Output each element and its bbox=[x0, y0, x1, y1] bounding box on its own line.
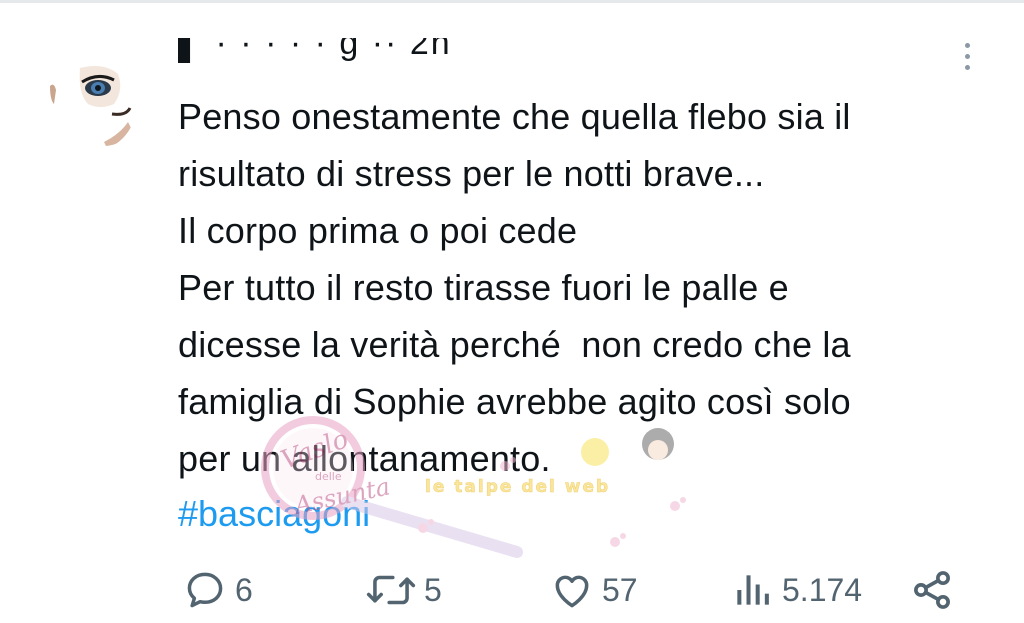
like-button[interactable]: 57 bbox=[550, 568, 638, 612]
top-divider bbox=[0, 0, 1024, 3]
bar-chart-icon bbox=[737, 575, 769, 605]
tweet-actions: 6 5 57 5.174 bbox=[0, 560, 1024, 620]
hashtag-link[interactable]: #basciagoni bbox=[178, 485, 370, 542]
speech-bubble-icon bbox=[187, 572, 223, 608]
avatar[interactable] bbox=[44, 60, 136, 152]
like-count: 57 bbox=[602, 571, 638, 608]
views-button[interactable]: 5.174 bbox=[730, 568, 862, 612]
author-info-cropped[interactable]: ▌ · · · · · g ·· 2h bbox=[178, 38, 452, 63]
vertical-dots-icon bbox=[964, 42, 970, 48]
share-button[interactable] bbox=[910, 568, 954, 612]
more-options-button[interactable] bbox=[952, 36, 982, 76]
share-nodes-icon bbox=[914, 571, 950, 609]
views-count: 5.174 bbox=[782, 571, 863, 608]
tweet-text-line: famiglia di Sophie avrebbe agito così so… bbox=[178, 381, 851, 422]
tweet-text: Penso onestamente che quella flebo sia i… bbox=[178, 88, 998, 487]
tweet-text-line: Per tutto il resto tirasse fuori le pall… bbox=[178, 267, 789, 308]
vertical-dots-icon-dot bbox=[964, 64, 970, 70]
tweet-header: ▌ · · · · · g ·· 2h bbox=[178, 38, 898, 68]
tweet-text-line: Il corpo prima o poi cede bbox=[178, 210, 578, 251]
tweet-text-line: per un allontanamento. bbox=[178, 438, 551, 479]
retweet-arrows-icon bbox=[366, 575, 416, 605]
reply-button[interactable]: 6 bbox=[183, 568, 253, 612]
tweet-text-line: risultato di stress per le notti brave..… bbox=[178, 153, 765, 194]
vertical-dots-icon-dot bbox=[964, 53, 970, 59]
reply-count: 6 bbox=[235, 571, 253, 608]
tweet-text-line: dicesse la verità perché non credo che l… bbox=[178, 324, 851, 365]
retweet-count: 5 bbox=[424, 571, 442, 608]
avatar-image bbox=[44, 60, 136, 152]
retweet-button[interactable]: 5 bbox=[366, 568, 442, 612]
heart-icon bbox=[555, 575, 589, 608]
tweet-text-line: Penso onestamente che quella flebo sia i… bbox=[178, 96, 851, 137]
